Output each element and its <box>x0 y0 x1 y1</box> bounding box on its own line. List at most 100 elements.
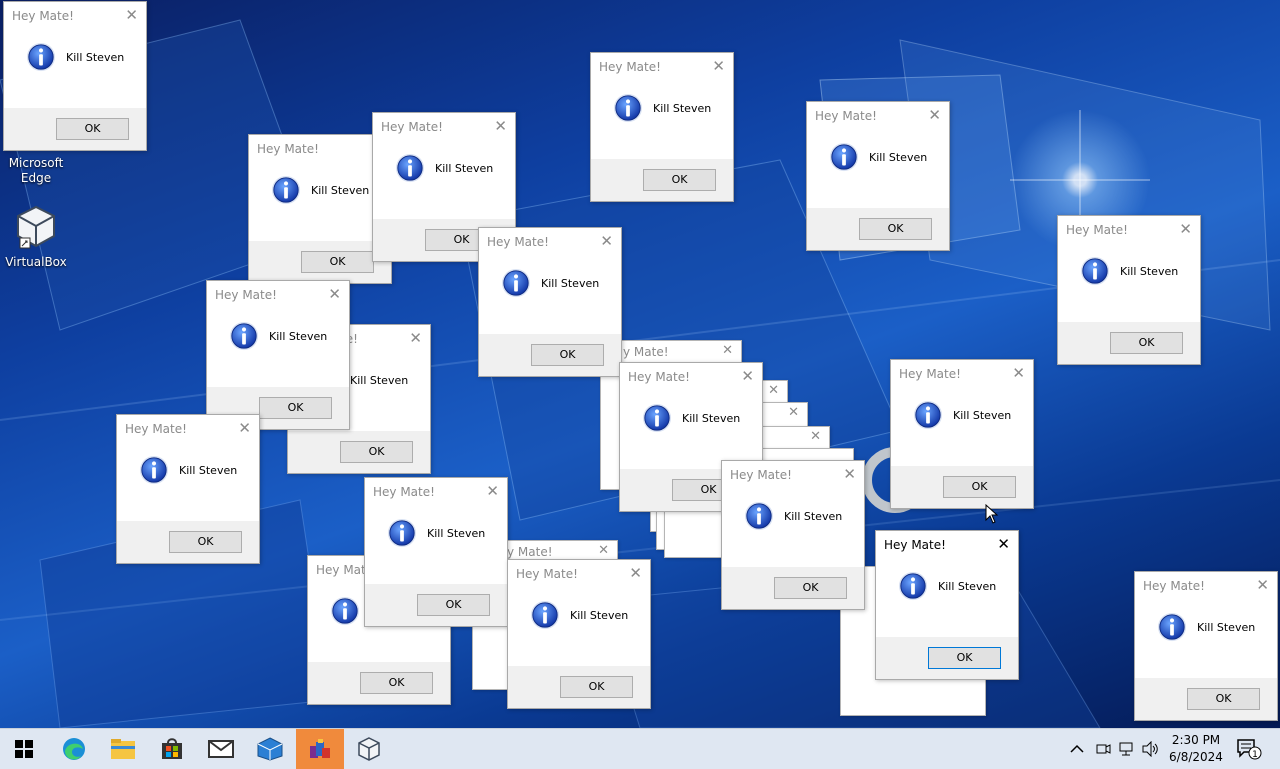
tray-meet-now[interactable] <box>1095 729 1111 769</box>
virtualbox-desktop-icon[interactable]: VirtualBox <box>0 204 72 270</box>
desktop[interactable]: Microsoft Edge VirtualBox y Mate! ✕ ✕ ✕ … <box>0 0 1280 728</box>
dialog-message: Kill Steven <box>953 409 1012 422</box>
tray-volume[interactable] <box>1142 729 1160 769</box>
show-hidden-icons-button[interactable] <box>1070 729 1084 769</box>
information-icon <box>501 268 531 298</box>
close-icon[interactable]: ✕ <box>600 233 613 249</box>
message-box[interactable]: Hey Mate!✕Kill StevenOK <box>364 477 508 627</box>
message-box[interactable]: Hey Mate!✕Kill StevenOK <box>1057 215 1201 365</box>
message-box[interactable]: Hey Mate!✕Kill StevenOK <box>1134 571 1278 721</box>
ok-button[interactable]: OK <box>1187 688 1260 710</box>
mouse-cursor-icon <box>985 504 999 524</box>
dialog-footer: OK <box>1058 322 1200 364</box>
ok-button[interactable]: OK <box>943 476 1016 498</box>
dialog-title: Hey Mate! <box>1143 579 1205 593</box>
taskbar-file-explorer[interactable] <box>99 729 147 769</box>
close-icon[interactable]: ✕ <box>629 565 642 581</box>
close-icon[interactable]: ✕ <box>997 536 1010 552</box>
dialog-footer: OK <box>807 208 949 250</box>
information-icon <box>913 400 943 430</box>
taskbar-virtualbox[interactable] <box>345 729 393 769</box>
edge-shortcut-label: Microsoft Edge <box>8 156 64 185</box>
close-icon[interactable]: ✕ <box>486 483 499 499</box>
dialog-body: Kill Steven <box>479 268 621 304</box>
dialog-message: Kill Steven <box>570 609 629 622</box>
message-box[interactable]: Hey Mate!✕Kill StevenOK <box>248 134 392 284</box>
close-icon[interactable]: ✕ <box>1012 365 1025 381</box>
close-icon[interactable]: ✕ <box>1179 221 1192 237</box>
dialog-body: Kill Steven <box>591 93 733 129</box>
dialog-message: Kill Steven <box>1120 265 1179 278</box>
dialog-footer: OK <box>876 637 1018 679</box>
ok-button[interactable]: OK <box>531 344 604 366</box>
ok-button[interactable]: OK <box>1110 332 1183 354</box>
dialog-message: Kill Steven <box>179 464 238 477</box>
close-icon[interactable]: ✕ <box>712 58 725 74</box>
ok-button[interactable]: OK <box>859 218 932 240</box>
close-icon[interactable]: ✕ <box>1256 577 1269 593</box>
dialog-title: Hey Mate! <box>628 370 690 384</box>
message-box[interactable]: Hey Mate! ✕ Kill Steven OK <box>478 227 622 377</box>
dialog-footer: OK <box>308 662 450 704</box>
message-box[interactable]: Hey Mate!✕Kill StevenOK <box>507 559 651 709</box>
system-clock[interactable]: 2:30 PM 6/8/2024 <box>1168 732 1224 766</box>
close-icon[interactable]: ✕ <box>843 466 856 482</box>
ok-button[interactable]: OK <box>169 531 242 553</box>
action-center-button[interactable]: 1 <box>1236 729 1262 769</box>
message-box[interactable]: Hey Mate! ✕ Kill Steven OK <box>590 52 734 202</box>
dialog-body: Kill Steven <box>4 42 146 78</box>
message-box[interactable]: Hey Mate!✕Kill StevenOK <box>875 530 1019 680</box>
taskbar-edge[interactable] <box>50 729 98 769</box>
message-box[interactable]: Hey Mate!✕Kill StevenOK <box>721 460 865 610</box>
information-icon <box>271 175 301 205</box>
dialog-footer: OK <box>1135 678 1277 720</box>
ok-button[interactable]: OK <box>56 118 129 140</box>
ok-button[interactable]: OK <box>560 676 633 698</box>
dialog-message: Kill Steven <box>350 374 409 387</box>
dialog-title: Hey Mate! <box>487 235 549 249</box>
dialog-title: Hey Mate! <box>599 60 661 74</box>
taskbar-mail[interactable] <box>197 729 245 769</box>
ok-button[interactable]: OK <box>360 672 433 694</box>
ok-button[interactable]: OK <box>928 647 1001 669</box>
close-icon[interactable]: ✕ <box>409 330 422 346</box>
information-icon <box>139 455 169 485</box>
taskbar-winrar[interactable] <box>296 729 344 769</box>
message-box[interactable]: Hey Mate!✕Kill StevenOK <box>116 414 260 564</box>
close-icon[interactable]: ✕ <box>125 7 138 23</box>
ok-button[interactable]: OK <box>417 594 490 616</box>
information-icon <box>613 93 643 123</box>
ok-button[interactable]: OK <box>643 169 716 191</box>
virtualbox-shortcut-label: VirtualBox <box>5 255 67 269</box>
close-icon: ✕ <box>810 429 821 444</box>
message-box[interactable]: Hey Mate!✕Kill StevenOK <box>890 359 1034 509</box>
ok-button[interactable]: OK <box>259 397 332 419</box>
ok-button[interactable]: OK <box>340 441 413 463</box>
information-icon <box>330 596 360 626</box>
dialog-message: Kill Steven <box>869 151 928 164</box>
close-icon[interactable]: ✕ <box>494 118 507 134</box>
tray-network[interactable] <box>1118 729 1136 769</box>
dialog-title: Hey Mate! <box>215 288 277 302</box>
close-icon[interactable]: ✕ <box>741 368 754 384</box>
dialog-body: Kill Steven <box>373 153 515 189</box>
message-box[interactable]: Hey Mate!✕Kill StevenOK <box>806 101 950 251</box>
close-icon[interactable]: ✕ <box>238 420 251 436</box>
dialog-message: Kill Steven <box>269 330 328 343</box>
taskbar-microsoft-store[interactable] <box>148 729 196 769</box>
ok-button[interactable]: OK <box>774 577 847 599</box>
close-icon[interactable]: ✕ <box>928 107 941 123</box>
dialog-message: Kill Steven <box>66 51 125 64</box>
start-button[interactable] <box>0 729 48 769</box>
dialog-body: Kill Steven <box>891 400 1033 436</box>
message-box[interactable]: Hey Mate! ✕ Kill Steven OK <box>206 280 350 430</box>
dialog-footer: OK <box>288 431 430 473</box>
close-icon[interactable]: ✕ <box>328 286 341 302</box>
message-box[interactable]: Hey Mate!✕Kill StevenOK <box>3 1 147 151</box>
microsoft-store-icon <box>162 738 182 759</box>
edge-icon <box>63 738 85 760</box>
close-icon: ✕ <box>722 343 733 358</box>
dialog-title: y Mate! <box>623 345 669 359</box>
taskbar-virtualbox-box[interactable] <box>246 729 294 769</box>
ok-button[interactable]: OK <box>301 251 374 273</box>
